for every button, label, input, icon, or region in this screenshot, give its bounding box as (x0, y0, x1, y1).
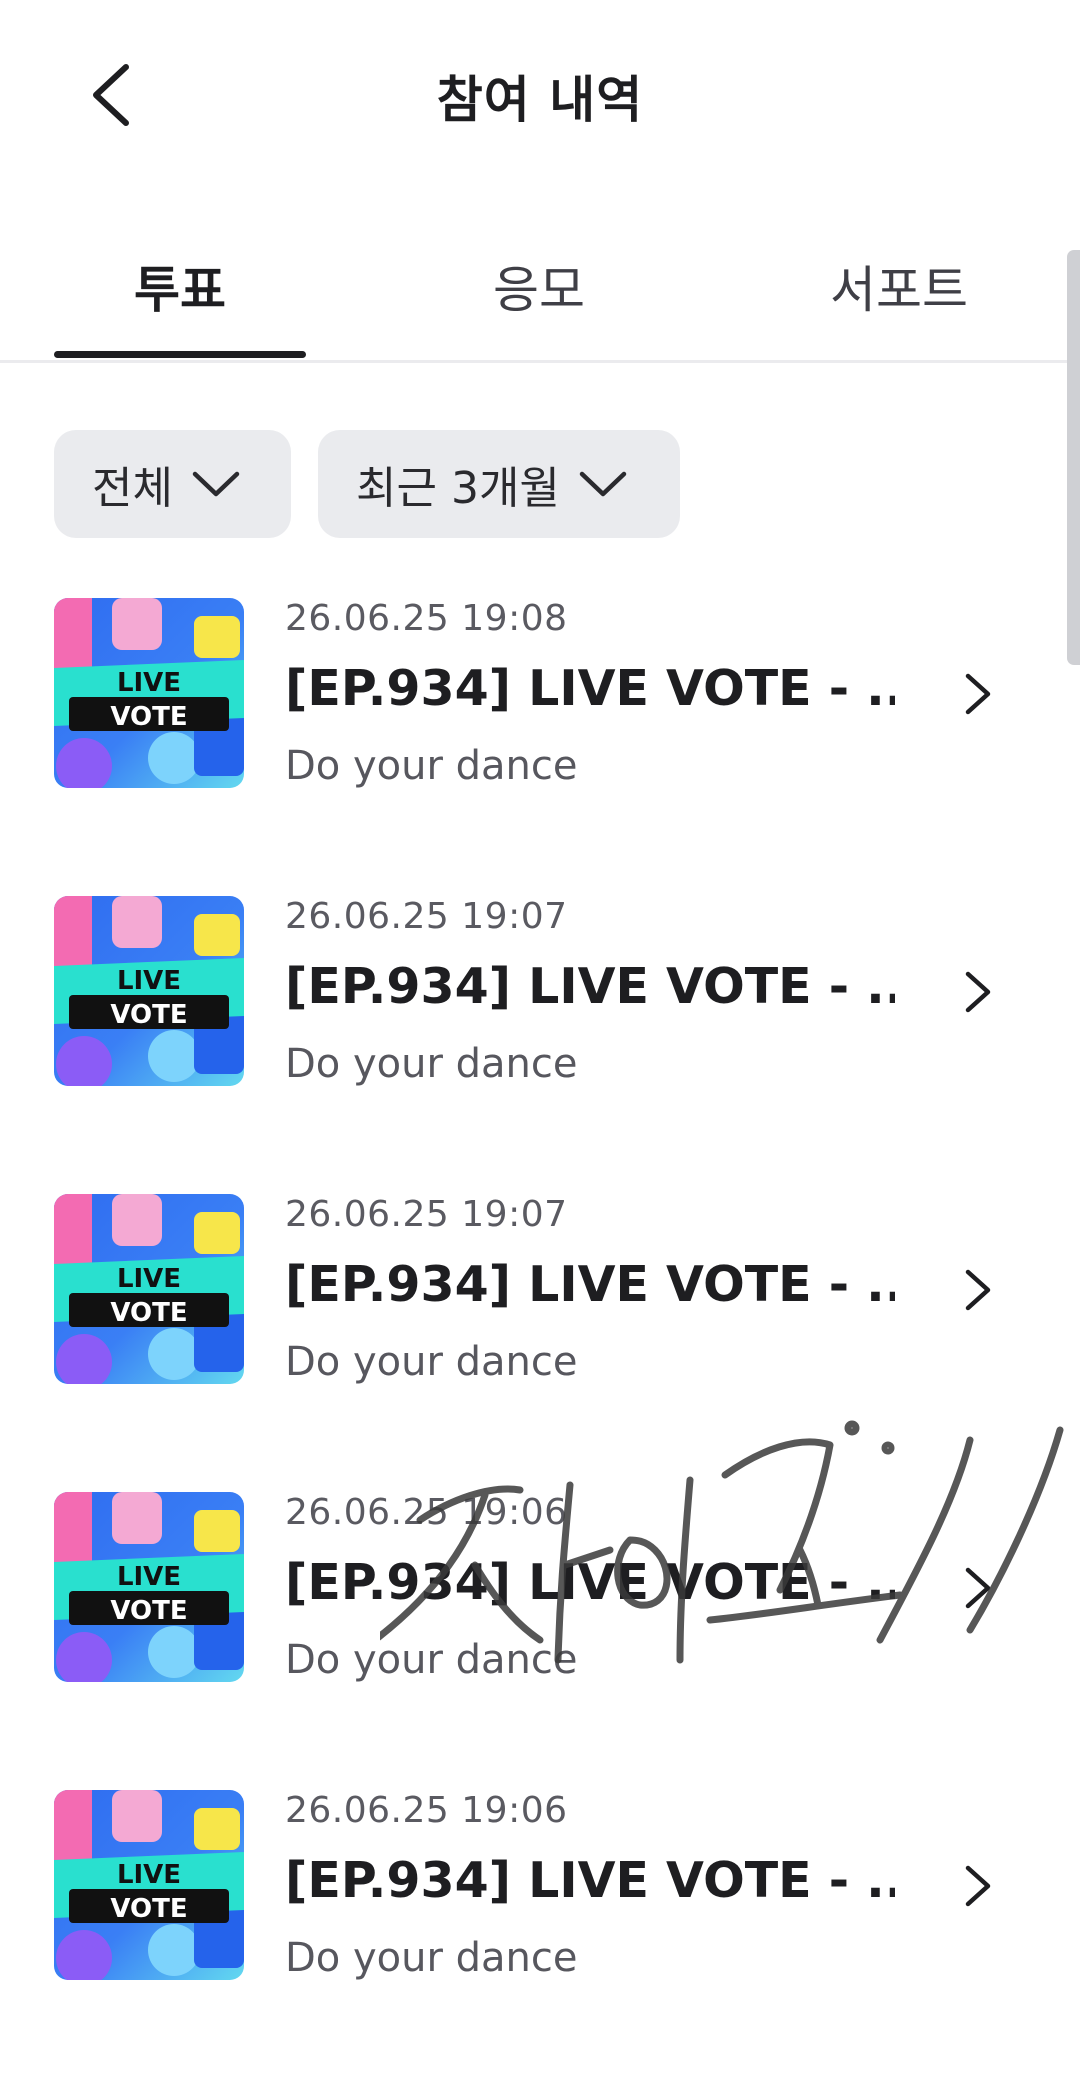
item-subtitle: Do your dance (285, 1935, 578, 1981)
item-subtitle: Do your dance (285, 743, 578, 789)
category-filter-label: 전체 (92, 463, 173, 514)
item-date: 26.06.25 19:06 (285, 1790, 568, 1831)
filter-bar: 전체 최근 3개월 (54, 430, 680, 538)
thumbnail-text-line1: LIVE (117, 1264, 181, 1294)
chevron-down-icon (578, 469, 628, 499)
active-tab-indicator (54, 351, 306, 358)
category-filter-dropdown[interactable]: 전체 (54, 430, 291, 538)
live-vote-thumbnail: LIVE VOTE (54, 1194, 244, 1384)
thumbnail-text-line2: VOTE (110, 1596, 187, 1626)
item-title: [EP.934] LIVE VOTE - ... (285, 958, 895, 1015)
thumbnail-text-line2: VOTE (110, 1298, 187, 1328)
chevron-right-icon (965, 1269, 991, 1311)
item-title: [EP.934] LIVE VOTE - ... (285, 1256, 895, 1313)
item-subtitle: Do your dance (285, 1637, 578, 1683)
item-date: 26.06.25 19:06 (285, 1492, 568, 1533)
list-item[interactable]: LIVE VOTE 26.06.25 19:08 [EP.934] LIVE V… (0, 598, 1080, 798)
item-date: 26.06.25 19:07 (285, 1194, 568, 1235)
chevron-right-icon (965, 1567, 991, 1609)
tab-vote[interactable]: 투표 (54, 235, 306, 345)
tab-apply[interactable]: 응모 (413, 235, 665, 345)
tab-bar: 투표 응모 서포트 (0, 215, 1080, 363)
list-item[interactable]: LIVE VOTE 26.06.25 19:06 [EP.934] LIVE V… (0, 1492, 1080, 1692)
chevron-down-icon (191, 469, 241, 499)
list-item[interactable]: LIVE VOTE 26.06.25 19:06 [EP.934] LIVE V… (0, 1790, 1080, 1990)
thumbnail-text-line2: VOTE (110, 1894, 187, 1924)
thumbnail-text-line1: LIVE (117, 668, 181, 698)
thumbnail-text-line2: VOTE (110, 1000, 187, 1030)
item-title: [EP.934] LIVE VOTE - ... (285, 1554, 895, 1611)
thumbnail-text-line2: VOTE (110, 702, 187, 732)
live-vote-thumbnail: LIVE VOTE (54, 1790, 244, 1980)
item-subtitle: Do your dance (285, 1339, 578, 1385)
live-vote-thumbnail: LIVE VOTE (54, 1492, 244, 1682)
live-vote-thumbnail: LIVE VOTE (54, 598, 244, 788)
thumbnail-text-line1: LIVE (117, 966, 181, 996)
chevron-right-icon (965, 673, 991, 715)
thumbnail-text-line1: LIVE (117, 1860, 181, 1890)
live-vote-thumbnail: LIVE VOTE (54, 896, 244, 1086)
period-filter-label: 최근 3개월 (356, 463, 560, 514)
page-title: 참여 내역 (436, 71, 644, 129)
list-item[interactable]: LIVE VOTE 26.06.25 19:07 [EP.934] LIVE V… (0, 896, 1080, 1096)
chevron-right-icon (965, 971, 991, 1013)
chevron-right-icon (965, 1865, 991, 1907)
item-date: 26.06.25 19:07 (285, 896, 568, 937)
item-subtitle: Do your dance (285, 1041, 578, 1087)
item-title: [EP.934] LIVE VOTE - ... (285, 1852, 895, 1909)
item-title: [EP.934] LIVE VOTE - ... (285, 660, 895, 717)
tab-support[interactable]: 서포트 (773, 235, 1025, 345)
list-item[interactable]: LIVE VOTE 26.06.25 19:07 [EP.934] LIVE V… (0, 1194, 1080, 1394)
app-header: 참여 내역 (0, 0, 1080, 190)
item-date: 26.06.25 19:08 (285, 598, 568, 639)
period-filter-dropdown[interactable]: 최근 3개월 (318, 430, 680, 538)
thumbnail-text-line1: LIVE (117, 1562, 181, 1592)
